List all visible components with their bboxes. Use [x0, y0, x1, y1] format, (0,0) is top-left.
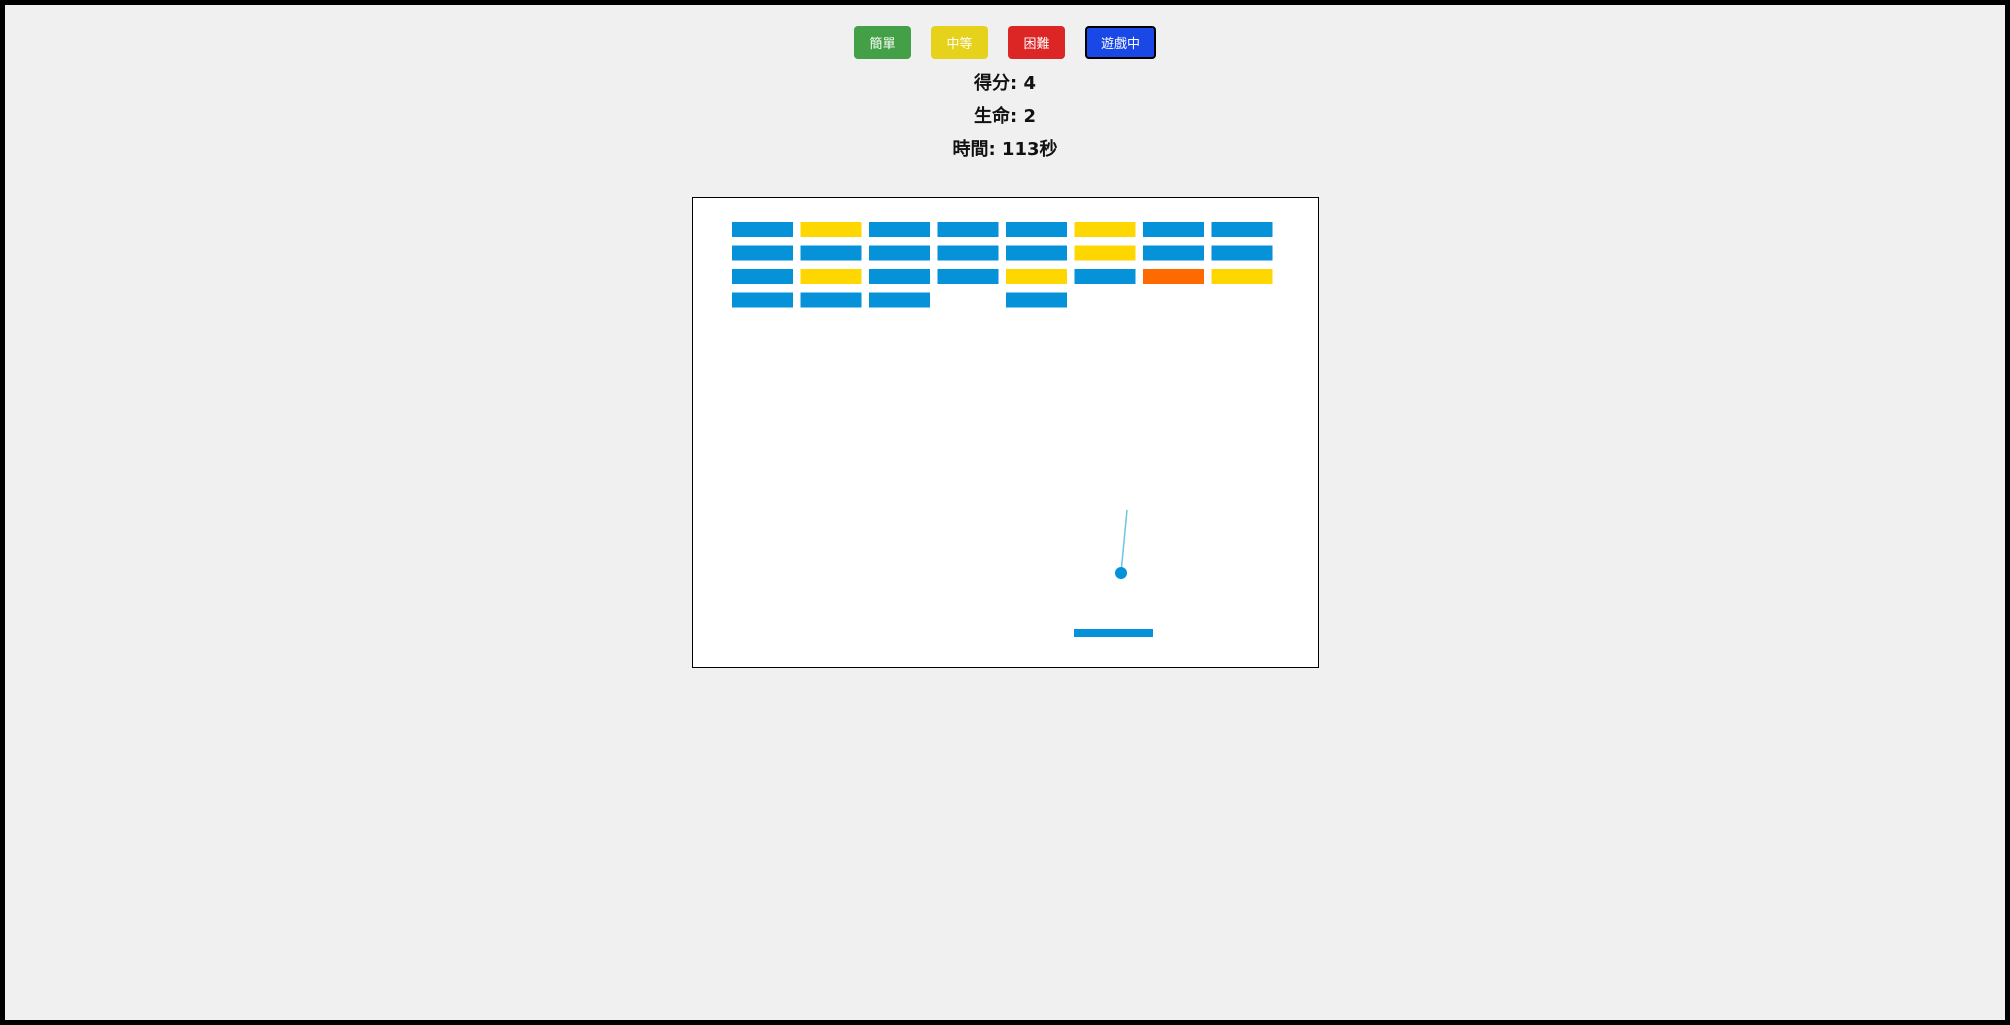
brick-blue	[1143, 222, 1204, 237]
brick-yellow	[1006, 269, 1067, 284]
brick-yellow	[800, 222, 862, 237]
brick-blue	[869, 292, 930, 308]
brick-blue	[869, 269, 930, 284]
brick-blue	[1211, 245, 1273, 261]
time-display: 時間: 113秒	[952, 139, 1058, 160]
brick-layer	[732, 222, 1273, 308]
lives-display: 生命: 2	[974, 106, 1036, 127]
brick-blue	[800, 245, 862, 261]
brick-blue	[937, 269, 999, 284]
aim-line	[1120, 509, 1128, 574]
brick-yellow	[1074, 222, 1136, 237]
game-canvas[interactable]	[692, 197, 1319, 668]
brick-yellow	[1211, 269, 1273, 284]
brick-yellow	[1074, 245, 1136, 261]
brick-blue	[1006, 245, 1067, 261]
brick-blue	[937, 222, 999, 237]
brick-orange	[1143, 269, 1204, 284]
brick-blue	[1074, 269, 1136, 284]
medium-button[interactable]: 中等	[931, 26, 988, 59]
brick-yellow	[800, 269, 862, 284]
brick-blue	[1211, 222, 1273, 237]
brick-blue	[1143, 245, 1204, 261]
brick-blue	[732, 292, 793, 308]
brick-blue	[732, 269, 793, 284]
game-board-svg	[732, 222, 1273, 637]
brick-blue	[869, 245, 930, 261]
brick-blue	[937, 245, 999, 261]
brick-blue	[1006, 222, 1067, 237]
playing-status-button[interactable]: 遊戲中	[1085, 26, 1156, 59]
hard-button[interactable]: 困難	[1008, 26, 1065, 59]
ball	[1115, 567, 1127, 579]
brick-blue	[1006, 292, 1067, 308]
brick-blue	[732, 222, 793, 237]
brick-blue	[800, 292, 862, 308]
easy-button[interactable]: 簡單	[854, 26, 911, 59]
brick-blue	[869, 222, 930, 237]
score-display: 得分: 4	[974, 73, 1036, 94]
brick-blue	[732, 245, 793, 261]
difficulty-toolbar: 簡單 中等 困難 遊戲中	[0, 26, 2010, 59]
paddle[interactable]	[1074, 629, 1153, 637]
